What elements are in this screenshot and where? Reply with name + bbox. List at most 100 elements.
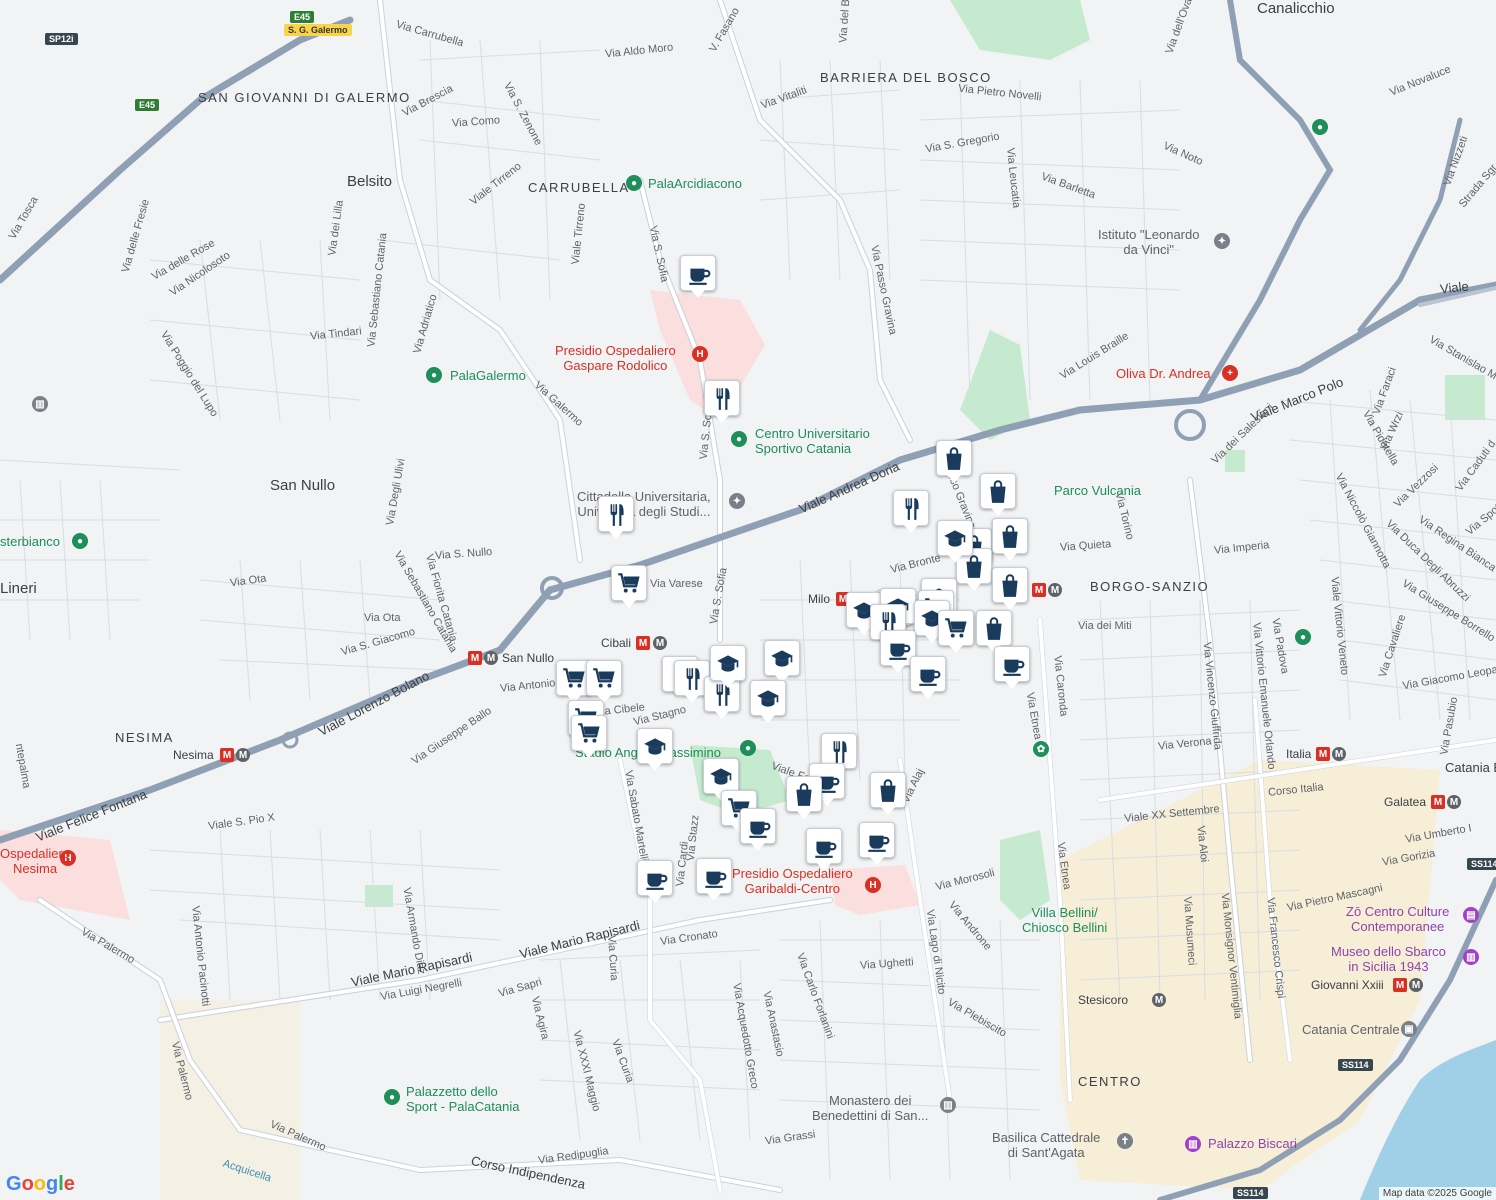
- coffee-icon: [889, 643, 911, 660]
- restaurant-icon: [905, 498, 919, 520]
- shopping-pin[interactable]: [936, 440, 972, 483]
- grocery-icon: [563, 668, 585, 688]
- metro-icon[interactable]: M: [1431, 795, 1445, 809]
- metro-icon[interactable]: M: [1048, 583, 1062, 597]
- map-canvas[interactable]: SAN GIOVANNI DI GALERMO CARRUBELLA BARRI…: [0, 0, 1496, 1200]
- metro-icon[interactable]: M: [653, 636, 667, 650]
- museum-icon[interactable]: ▥: [1463, 949, 1479, 965]
- school-pin[interactable]: [764, 640, 800, 683]
- school-icon: [757, 690, 779, 707]
- shopping-pin[interactable]: [992, 567, 1028, 610]
- metro-icon[interactable]: M: [236, 748, 250, 762]
- school-pin[interactable]: [750, 680, 786, 723]
- hospital-area-nesima: [0, 830, 130, 920]
- coffee-icon: [919, 669, 941, 686]
- shopping-icon: [966, 555, 982, 578]
- highway-shield: SS114: [1233, 1187, 1268, 1199]
- grocery-icon: [578, 723, 600, 743]
- metro-icon[interactable]: M: [1332, 747, 1346, 761]
- stadium-icon[interactable]: ●: [740, 740, 756, 756]
- metro-icon[interactable]: M: [1152, 993, 1166, 1007]
- school-pin[interactable]: [637, 728, 673, 771]
- school-pin[interactable]: [710, 645, 746, 688]
- coffee-icon: [815, 841, 837, 858]
- shopping-pin[interactable]: [980, 473, 1016, 516]
- metro-icon[interactable]: M: [1032, 583, 1046, 597]
- grocery-pin[interactable]: [938, 610, 974, 653]
- coffee-pin[interactable]: [859, 822, 895, 865]
- school-pin[interactable]: [937, 520, 973, 563]
- sports-icon[interactable]: ●: [384, 1089, 400, 1105]
- map-attribution[interactable]: Map data ©2025 Google: [1378, 1187, 1496, 1200]
- restaurant-pin[interactable]: [704, 380, 740, 423]
- grocery-icon: [945, 618, 967, 638]
- coffee-icon: [646, 873, 668, 890]
- school-icon: [644, 738, 666, 755]
- restaurant-pin[interactable]: [598, 496, 634, 539]
- coffee-icon: [868, 835, 890, 852]
- metro-icon[interactable]: M: [220, 748, 234, 762]
- hospital-icon[interactable]: H: [692, 346, 708, 362]
- hospital-icon[interactable]: H: [865, 877, 881, 893]
- train-icon[interactable]: ▣: [1401, 1021, 1417, 1037]
- coffee-pin[interactable]: [637, 860, 673, 903]
- grocery-pin[interactable]: [571, 715, 607, 758]
- shopping-pin[interactable]: [870, 772, 906, 815]
- coffee-pin[interactable]: [696, 858, 732, 901]
- grocery-pin[interactable]: [611, 565, 647, 608]
- university-icon[interactable]: ✦: [729, 493, 745, 509]
- shopping-icon: [796, 783, 812, 806]
- google-logo: Google: [6, 1173, 75, 1195]
- school-icon[interactable]: ✦: [1214, 233, 1230, 249]
- coffee-pin[interactable]: [680, 255, 716, 298]
- coffee-pin[interactable]: [910, 656, 946, 699]
- park-icon[interactable]: ●: [1312, 119, 1328, 135]
- museum-icon[interactable]: ▥: [32, 396, 48, 412]
- shopping-icon: [986, 617, 1002, 640]
- shopping-icon: [990, 480, 1006, 503]
- restaurant-icon: [716, 388, 730, 410]
- museum-icon[interactable]: ▥: [940, 1097, 956, 1113]
- shopping-icon: [1002, 574, 1018, 597]
- metro-icon[interactable]: M: [1316, 747, 1330, 761]
- coffee-pin[interactable]: [806, 828, 842, 871]
- metro-icon[interactable]: M: [1447, 795, 1461, 809]
- metro-icon[interactable]: M: [1393, 978, 1407, 992]
- church-icon[interactable]: ✝: [1117, 1133, 1133, 1149]
- shopping-pin[interactable]: [786, 776, 822, 819]
- park-icon[interactable]: ●: [626, 175, 642, 191]
- school-icon: [717, 655, 739, 672]
- highway-shield: E45: [290, 11, 315, 23]
- hospital-icon[interactable]: H: [60, 850, 76, 866]
- centro-zone: [1060, 760, 1440, 1190]
- coffee-pin[interactable]: [740, 808, 776, 851]
- school-icon: [710, 768, 732, 785]
- highway-shield: SP12i: [45, 33, 78, 45]
- park-icon[interactable]: ●: [426, 367, 442, 383]
- restaurant-icon: [610, 504, 624, 526]
- garden-icon[interactable]: ✿: [1033, 741, 1049, 757]
- park-icon[interactable]: ●: [1295, 629, 1311, 645]
- landmark-icon[interactable]: ▥: [1185, 1136, 1201, 1152]
- hospital-icon[interactable]: +: [1222, 365, 1238, 381]
- coffee-icon: [1003, 659, 1025, 676]
- gallery-icon[interactable]: ▤: [1463, 907, 1479, 923]
- coffee-icon: [705, 871, 727, 888]
- grocery-pin[interactable]: [586, 660, 622, 703]
- school-pin[interactable]: [703, 758, 739, 801]
- shopping-pin[interactable]: [976, 610, 1012, 653]
- shopping-icon: [946, 447, 962, 470]
- restaurant-icon: [686, 668, 700, 690]
- park-icon[interactable]: ●: [731, 431, 747, 447]
- coffee-pin[interactable]: [994, 646, 1030, 689]
- highway-shield: SS114: [1467, 858, 1496, 870]
- metro-icon[interactable]: M: [468, 651, 482, 665]
- highway-shield: E45: [135, 99, 160, 111]
- grocery-icon: [618, 573, 640, 593]
- metro-icon[interactable]: M: [636, 636, 650, 650]
- restaurant-pin[interactable]: [893, 490, 929, 533]
- metro-icon[interactable]: M: [484, 651, 498, 665]
- metro-icon[interactable]: M: [1409, 978, 1423, 992]
- shopping-pin[interactable]: [992, 518, 1028, 561]
- park-icon[interactable]: ●: [72, 533, 88, 549]
